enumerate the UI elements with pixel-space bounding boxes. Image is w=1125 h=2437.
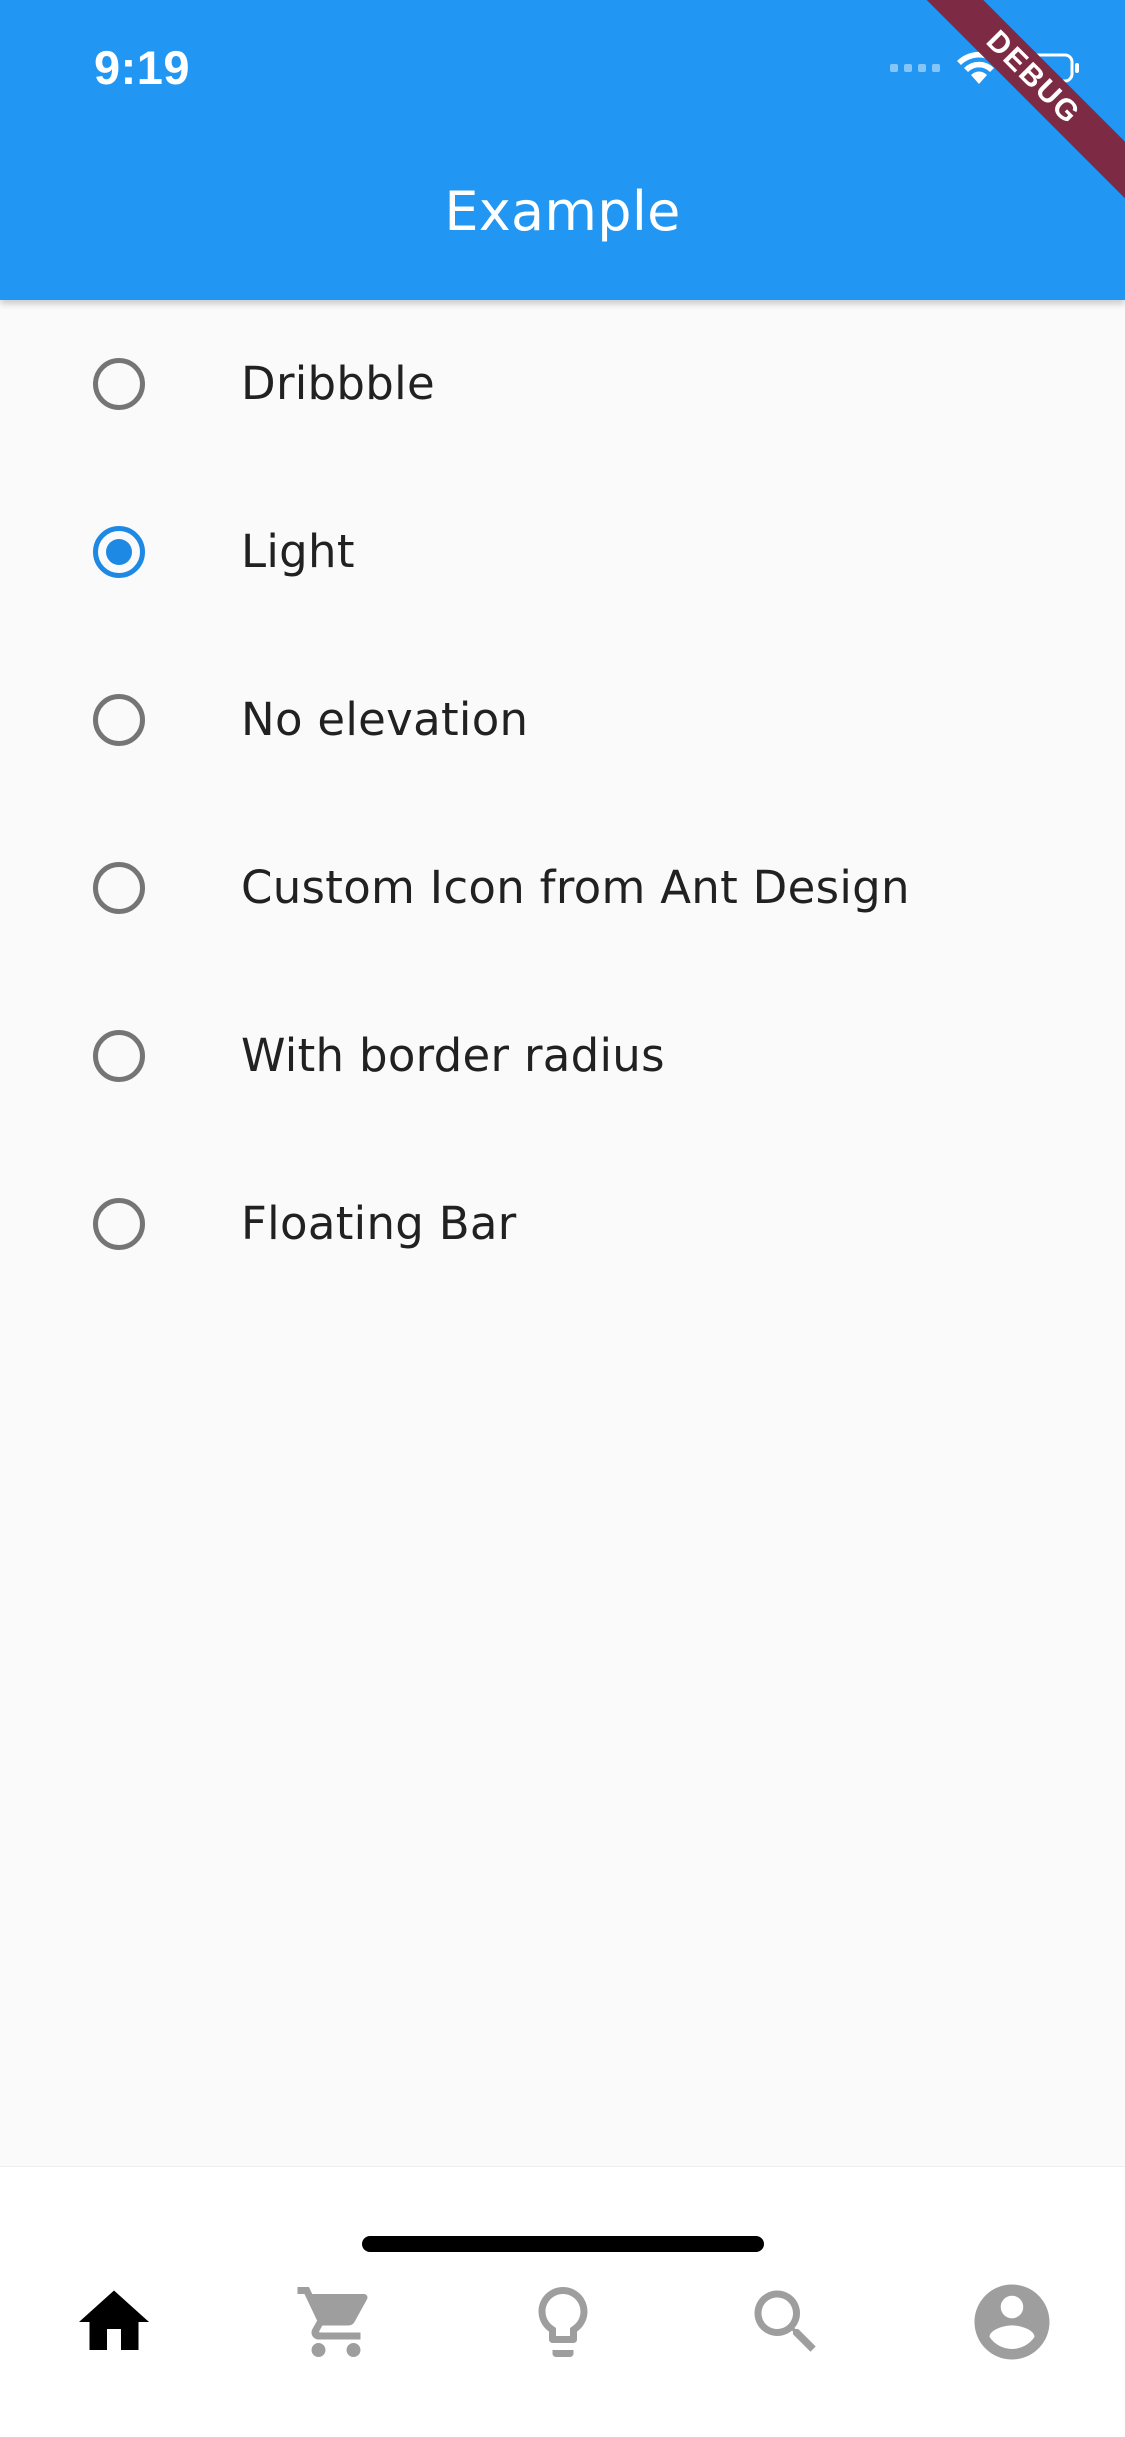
nav-cart[interactable] (281, 2267, 391, 2377)
option-label: Custom Icon from Ant Design (241, 861, 910, 914)
account-icon (974, 2284, 1050, 2360)
radio-button[interactable] (93, 694, 145, 746)
option-light[interactable]: Light (0, 468, 1125, 636)
nav-ideas[interactable] (508, 2267, 618, 2377)
search-icon (754, 2290, 816, 2352)
app-bar: 9:19 Example (0, 0, 1125, 300)
bottom-navigation-bar (0, 2166, 1125, 2437)
nav-account[interactable] (957, 2267, 1067, 2377)
cart-icon (297, 2287, 368, 2357)
radio-button[interactable] (93, 358, 145, 410)
option-label: Light (241, 525, 355, 578)
option-no-elevation[interactable]: No elevation (0, 636, 1125, 804)
option-label: With border radius (241, 1029, 665, 1082)
option-label: No elevation (241, 693, 529, 746)
nav-search[interactable] (731, 2267, 841, 2377)
home-icon (79, 2290, 149, 2350)
radio-button[interactable] (93, 1030, 145, 1082)
radio-button[interactable] (93, 862, 145, 914)
option-custom-icon[interactable]: Custom Icon from Ant Design (0, 804, 1125, 972)
lightbulb-icon (538, 2287, 588, 2357)
option-border-radius[interactable]: With border radius (0, 972, 1125, 1140)
option-label: Floating Bar (241, 1197, 517, 1250)
status-time: 9:19 (94, 41, 191, 94)
option-floating-bar[interactable]: Floating Bar (0, 1140, 1125, 1308)
home-indicator[interactable] (362, 2236, 764, 2252)
signal-icon (890, 64, 940, 72)
style-option-list: Dribbble Light No elevation Custom Icon … (0, 300, 1125, 1308)
radio-button-selected[interactable] (93, 526, 145, 578)
option-dribbble[interactable]: Dribbble (0, 300, 1125, 468)
option-label: Dribbble (241, 357, 435, 410)
page-title: Example (444, 180, 681, 243)
radio-button[interactable] (93, 1198, 145, 1250)
nav-home[interactable] (59, 2267, 169, 2377)
